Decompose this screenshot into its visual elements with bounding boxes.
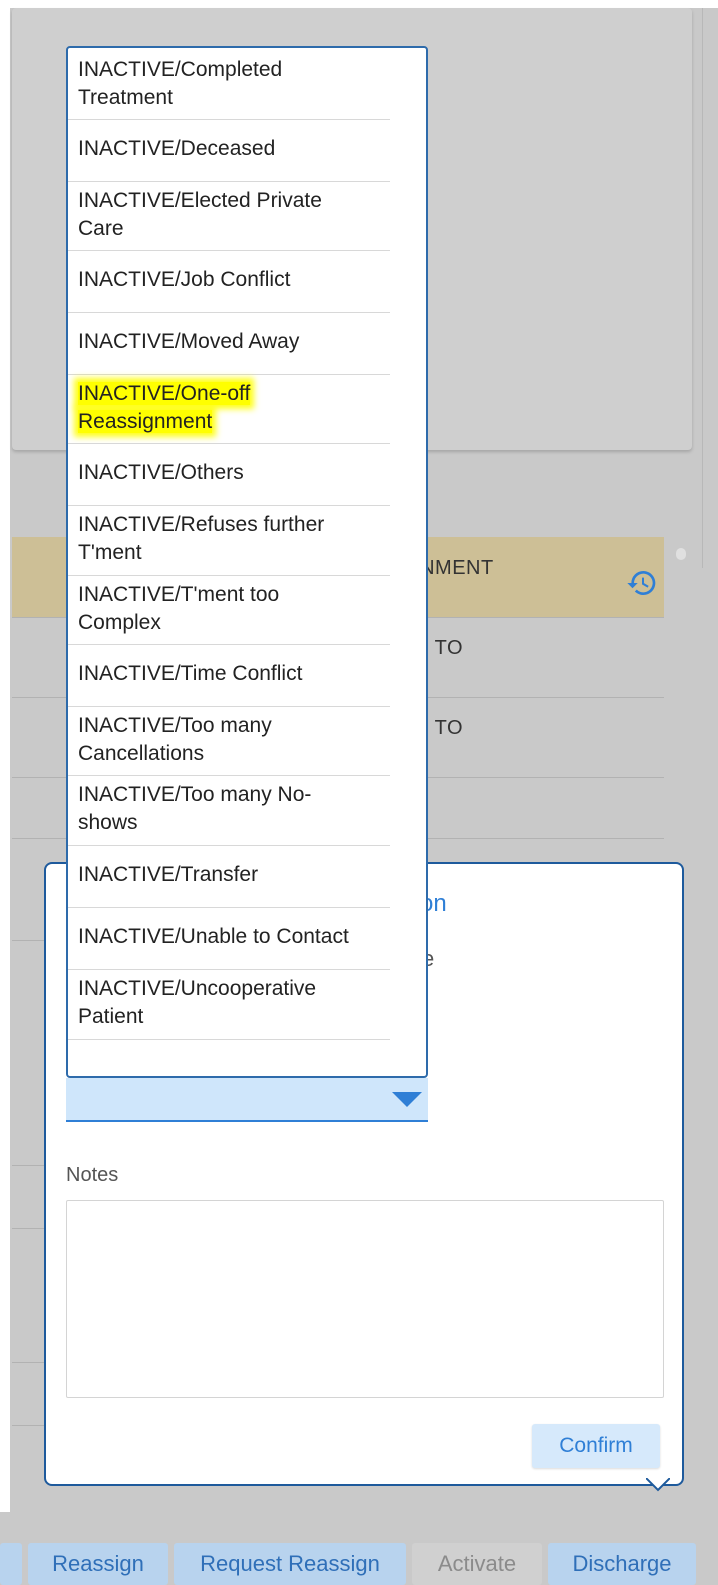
option-divider [68, 119, 390, 120]
option-divider [68, 505, 390, 506]
notes-textarea[interactable] [66, 1200, 664, 1398]
option-divider [68, 181, 390, 182]
dropdown-option[interactable]: INACTIVE/Unable to Contact [68, 923, 390, 963]
chevron-down-icon[interactable] [390, 1090, 424, 1110]
option-line1: INACTIVE/Uncooperative [78, 977, 317, 1000]
option-divider [68, 706, 390, 707]
dropdown-option[interactable]: INACTIVE/Others [68, 459, 390, 499]
option-line1: INACTIVE/Deceased [78, 137, 276, 160]
option-line1: INACTIVE/Transfer [78, 863, 259, 886]
option-line1: INACTIVE/Job Conflict [78, 268, 291, 291]
dropdown-option-highlighted[interactable]: INACTIVE/One-off Reassignment [68, 380, 390, 450]
option-line1: INACTIVE/Too many [78, 714, 272, 737]
top-strip [0, 0, 718, 8]
option-line1: INACTIVE/Elected Private [78, 189, 322, 212]
dropdown-option[interactable]: INACTIVE/Job Conflict [68, 266, 390, 306]
option-line2: Care [78, 217, 124, 240]
discharge-button[interactable]: Discharge [548, 1543, 696, 1585]
hidden-left-button[interactable] [0, 1543, 22, 1585]
reason-dropdown-list: INACTIVE/Completed Treatment INACTIVE/De… [66, 46, 428, 1078]
left-edge [0, 8, 10, 1575]
option-divider [68, 575, 390, 576]
dropdown-option[interactable]: INACTIVE/Moved Away [68, 328, 390, 368]
dropdown-option[interactable]: INACTIVE/Too many Cancellations [68, 712, 390, 782]
dropdown-option[interactable]: INACTIVE/Uncooperative Patient [68, 975, 390, 1045]
option-line1: INACTIVE/Others [78, 461, 244, 484]
dropdown-option[interactable]: INACTIVE/T'ment too Complex [68, 581, 390, 651]
option-line1: INACTIVE/Moved Away [78, 330, 300, 353]
dropdown-option[interactable]: INACTIVE/Completed Treatment [68, 56, 390, 126]
option-divider [68, 374, 390, 375]
option-line2: Patient [78, 1005, 144, 1028]
option-line2: shows [78, 811, 138, 834]
option-divider [68, 969, 390, 970]
scrollbar-thumb[interactable] [676, 548, 686, 560]
highlighted-line1: INACTIVE/One-off [78, 382, 251, 405]
option-line1: INACTIVE/Time Conflict [78, 662, 303, 685]
option-line1: INACTIVE/Unable to Contact [78, 925, 349, 948]
dropdown-option[interactable]: INACTIVE/Elected Private Care [68, 187, 390, 257]
option-divider [68, 644, 390, 645]
option-line1: INACTIVE/Completed [78, 58, 283, 81]
option-divider [68, 907, 390, 908]
dropdown-option[interactable]: INACTIVE/Too many No- shows [68, 781, 390, 851]
option-divider [68, 1039, 390, 1040]
confirm-button[interactable]: Confirm [532, 1424, 660, 1468]
dropdown-option[interactable]: INACTIVE/Time Conflict [68, 660, 390, 700]
right-rule [702, 8, 703, 568]
dropdown-option[interactable]: INACTIVE/Refuses further T'ment [68, 511, 390, 581]
option-line1: INACTIVE/Too many No- [78, 783, 312, 806]
option-line2: Treatment [78, 86, 173, 109]
option-line2: T'ment [78, 541, 142, 564]
option-divider [68, 845, 390, 846]
reassign-button[interactable]: Reassign [28, 1543, 168, 1585]
option-line2: Complex [78, 611, 161, 634]
popover-arrow [646, 1478, 670, 1492]
dropdown-option[interactable]: INACTIVE/Deceased [68, 135, 390, 175]
request-reassign-button[interactable]: Request Reassign [174, 1543, 406, 1585]
option-line1: INACTIVE/T'ment too [78, 583, 280, 606]
option-line1: INACTIVE/Refuses further [78, 513, 325, 536]
option-divider [68, 443, 390, 444]
option-divider [68, 312, 390, 313]
highlighted-line2: Reassignment [78, 410, 213, 433]
activate-button[interactable]: Activate [412, 1543, 542, 1585]
dropdown-option[interactable]: INACTIVE/Transfer [68, 861, 390, 901]
option-line2: Cancellations [78, 742, 205, 765]
option-divider [68, 250, 390, 251]
history-icon[interactable] [626, 567, 658, 599]
option-divider [68, 775, 390, 776]
notes-label: Notes [66, 1164, 119, 1186]
reason-select[interactable] [66, 1078, 428, 1122]
